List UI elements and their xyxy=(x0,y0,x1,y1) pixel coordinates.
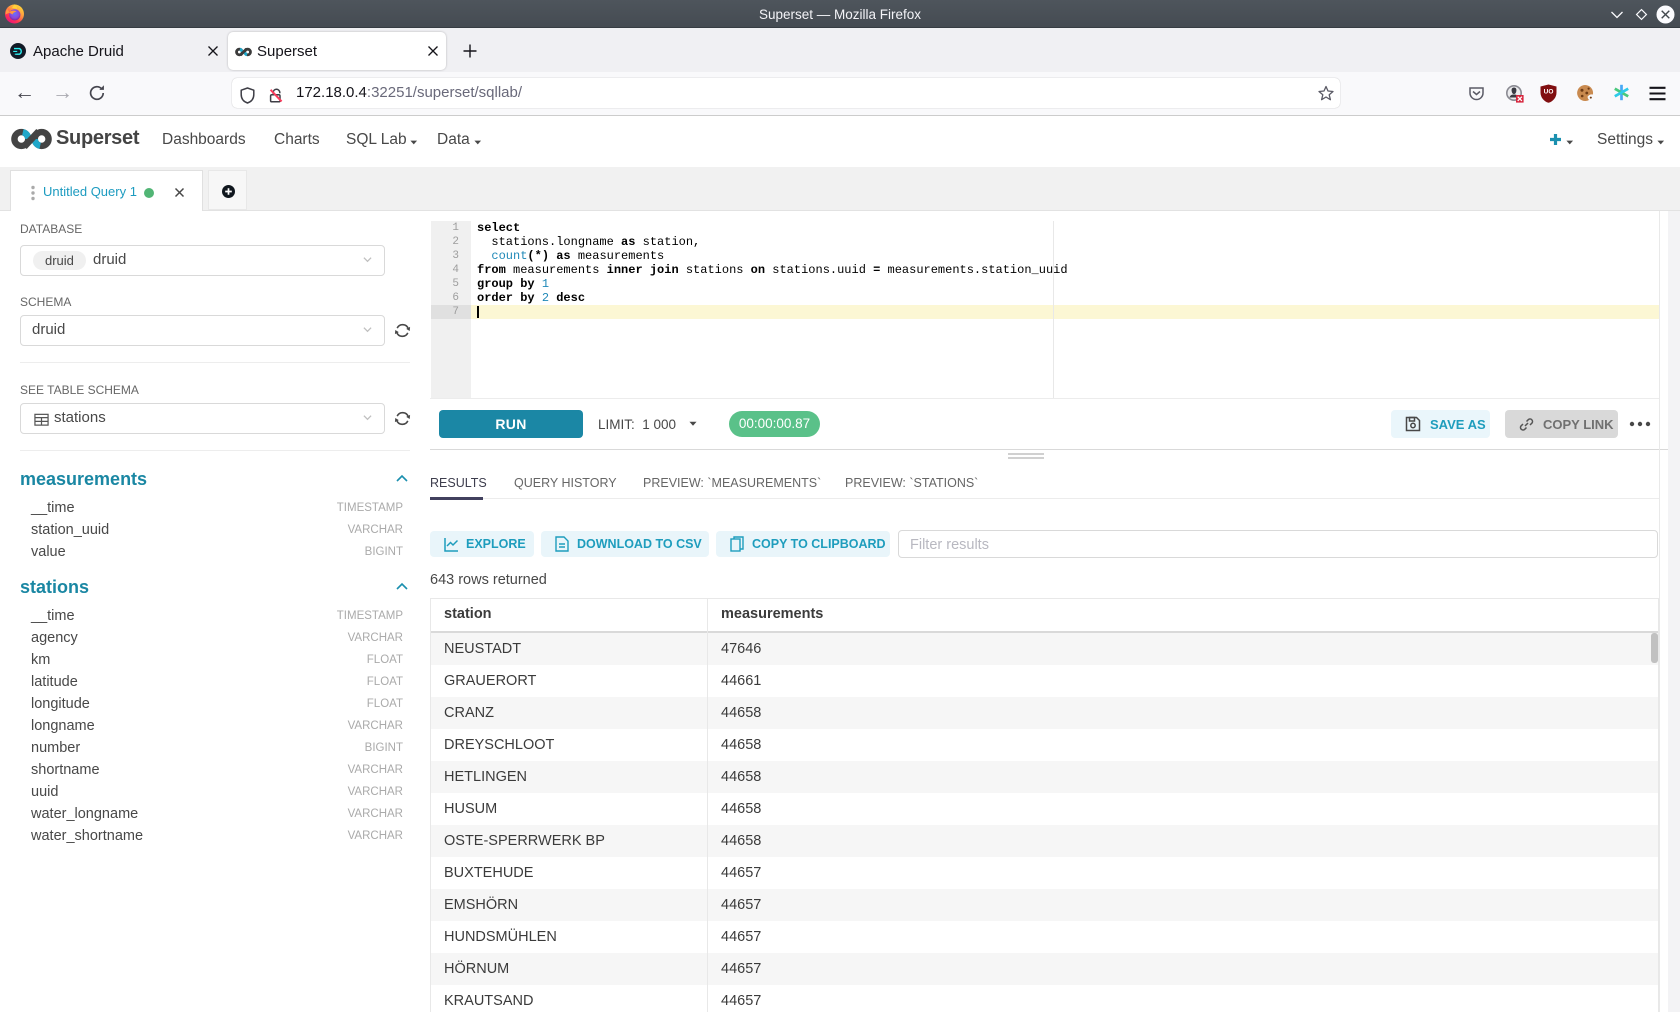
svg-text:UO: UO xyxy=(1544,89,1554,96)
